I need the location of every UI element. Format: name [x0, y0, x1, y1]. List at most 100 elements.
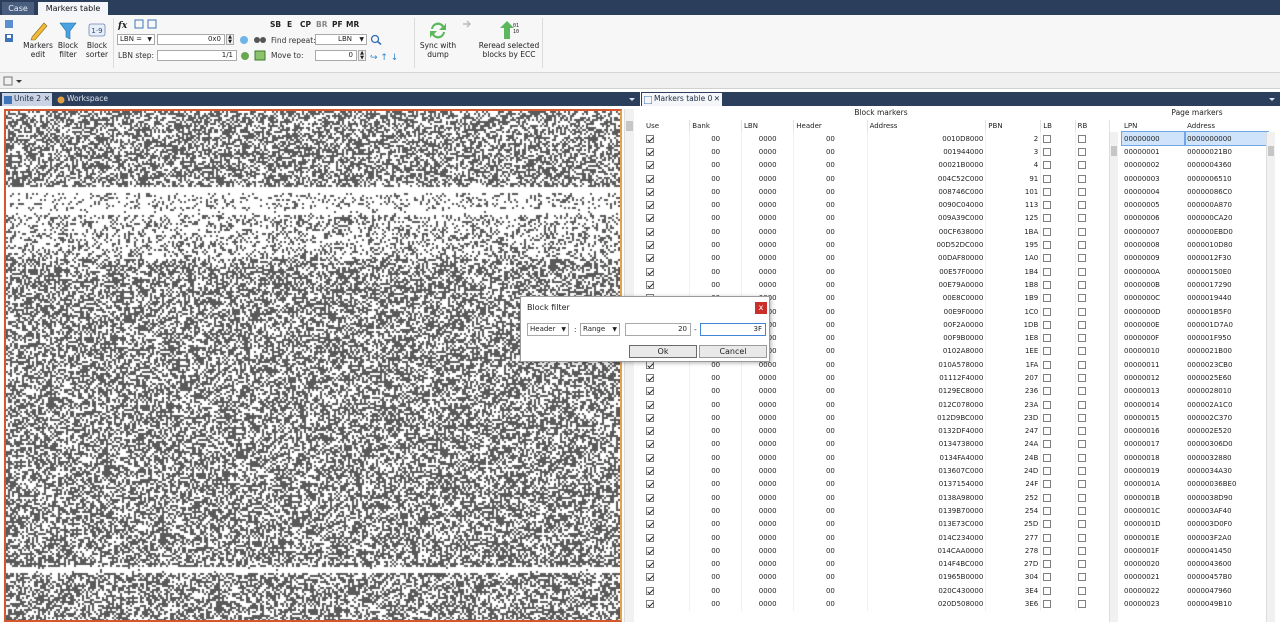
- table-row[interactable]: 00000017 00000306D0: [1122, 438, 1268, 451]
- table-row[interactable]: 00000009 0000012F30: [1122, 252, 1268, 265]
- rb-checkbox[interactable]: [1077, 573, 1086, 582]
- table-row[interactable]: 00 0000 00 020C430000 3E4: [644, 584, 1111, 598]
- table-row[interactable]: 00000000 0000000000: [1120, 130, 1269, 147]
- table-row[interactable]: 00 0000 00 013607C000 24D: [644, 464, 1111, 478]
- rb-checkbox[interactable]: [1077, 533, 1086, 542]
- use-checkbox[interactable]: [646, 280, 654, 289]
- column-header[interactable]: Address: [867, 120, 987, 132]
- use-checkbox[interactable]: [646, 147, 654, 156]
- table-row[interactable]: 00000007 000000EBD0: [1122, 225, 1268, 238]
- use-checkbox[interactable]: [646, 493, 654, 502]
- block-sorter-button[interactable]: 1·9 Block sorter: [84, 19, 110, 59]
- range-to-input[interactable]: 3F: [700, 323, 766, 336]
- table-row[interactable]: 00000006 000000CA20: [1122, 212, 1268, 225]
- table-row[interactable]: 00 0000 00 00DAF80000 1A0: [644, 251, 1111, 265]
- table-row[interactable]: 00 0000 00 008746C000 101: [644, 185, 1111, 199]
- lb-checkbox[interactable]: [1043, 387, 1052, 396]
- rb-checkbox[interactable]: [1077, 320, 1086, 329]
- markers-edit-button[interactable]: Markers edit: [22, 19, 54, 59]
- lb-checkbox[interactable]: [1043, 214, 1052, 223]
- table-row[interactable]: 00 0000 00 01112F4000 207: [644, 371, 1111, 385]
- use-checkbox[interactable]: [646, 373, 654, 382]
- table-row[interactable]: 00 0000 00 0139B70000 254: [644, 504, 1111, 518]
- rb-checkbox[interactable]: [1077, 227, 1086, 236]
- rb-checkbox[interactable]: [1077, 413, 1086, 422]
- use-checkbox[interactable]: [646, 227, 654, 236]
- table-row[interactable]: 00 0000 00 0138A98000 252: [644, 491, 1111, 505]
- sync-with-dump-button[interactable]: Sync with dump: [418, 19, 458, 59]
- lb-checkbox[interactable]: [1043, 334, 1052, 343]
- rb-checkbox[interactable]: [1077, 600, 1086, 609]
- lb-checkbox[interactable]: [1043, 174, 1052, 183]
- br-button[interactable]: BR: [316, 20, 328, 29]
- tab-unite[interactable]: Unite 2 ✕: [2, 93, 52, 106]
- rb-checkbox[interactable]: [1077, 440, 1086, 449]
- table-row[interactable]: 0000000A 00000150E0: [1122, 265, 1268, 278]
- lbn-value-field[interactable]: 0x0: [157, 34, 225, 45]
- table-row[interactable]: 00000021 00000457B0: [1122, 571, 1268, 584]
- lbn-combo[interactable]: LBN = ▼: [117, 34, 155, 45]
- lb-checkbox[interactable]: [1043, 161, 1052, 170]
- use-checkbox[interactable]: [646, 573, 654, 582]
- table-row[interactable]: 00000020 0000043600: [1122, 558, 1268, 571]
- rb-checkbox[interactable]: [1077, 334, 1086, 343]
- filter-mode-combo[interactable]: Range ▼: [580, 323, 620, 336]
- close-icon[interactable]: ✕: [44, 93, 50, 105]
- use-checkbox[interactable]: [646, 134, 654, 143]
- table-row[interactable]: 00000005 000000A870: [1122, 198, 1268, 211]
- table-row[interactable]: 0000001D 000003D0F0: [1122, 518, 1268, 531]
- use-checkbox[interactable]: [646, 174, 654, 183]
- scrollbar-thumb[interactable]: [1111, 146, 1117, 156]
- use-checkbox[interactable]: [646, 533, 654, 542]
- table-row[interactable]: 00000002 0000004360: [1122, 159, 1268, 172]
- block-filter-button[interactable]: Block filter: [56, 19, 80, 59]
- lb-checkbox[interactable]: [1043, 241, 1052, 250]
- use-checkbox[interactable]: [646, 480, 654, 489]
- lb-checkbox[interactable]: [1043, 294, 1052, 303]
- use-checkbox[interactable]: [646, 506, 654, 515]
- scrollbar-thumb[interactable]: [626, 121, 633, 131]
- table-row[interactable]: 00 0000 00 014C234000 277: [644, 530, 1111, 545]
- rb-checkbox[interactable]: [1077, 280, 1086, 289]
- column-header[interactable]: PBN: [985, 120, 1042, 132]
- lb-checkbox[interactable]: [1043, 453, 1052, 462]
- search-icon[interactable]: [370, 34, 382, 45]
- table-row[interactable]: 00 0000 00 012D9BC000 23D: [644, 411, 1111, 425]
- sb-button[interactable]: SB: [270, 20, 281, 29]
- goto-icon[interactable]: [239, 34, 251, 45]
- table-row[interactable]: 00 0000 00 0132DF4000 247: [644, 424, 1111, 438]
- range-from-input[interactable]: 20: [625, 323, 691, 336]
- tab-case[interactable]: Case: [2, 2, 34, 15]
- pf-button[interactable]: PF: [332, 20, 343, 29]
- table-row[interactable]: 00 0000 00 0134FA4000 24B: [644, 451, 1111, 465]
- use-checkbox[interactable]: [646, 427, 654, 436]
- close-icon[interactable]: ✕: [714, 93, 720, 105]
- table-row[interactable]: 00 0000 00 00D52DC000 195: [644, 238, 1111, 252]
- table-row[interactable]: 0000000F 000001F950: [1122, 331, 1268, 344]
- rb-checkbox[interactable]: [1077, 214, 1086, 223]
- table-row[interactable]: 00 0000 00 0010D8000 2: [644, 132, 1111, 146]
- table-row[interactable]: 00000023 0000049B10: [1122, 597, 1268, 610]
- table-row[interactable]: 00000014 000002A1C0: [1122, 398, 1268, 411]
- use-checkbox[interactable]: [646, 241, 654, 250]
- rb-checkbox[interactable]: [1077, 427, 1086, 436]
- dump-bitmap-view[interactable]: [4, 109, 622, 622]
- forward-arrow-icon[interactable]: [462, 19, 472, 29]
- move-arrows-icon[interactable]: ↪ ↑ ↓: [370, 51, 410, 62]
- lb-checkbox[interactable]: [1043, 134, 1052, 143]
- table-row[interactable]: 0000001B 0000038D90: [1122, 491, 1268, 504]
- rb-checkbox[interactable]: [1077, 201, 1086, 210]
- rb-checkbox[interactable]: [1077, 387, 1086, 396]
- table-row[interactable]: 0000000D 000001B5F0: [1122, 305, 1268, 318]
- rb-checkbox[interactable]: [1077, 506, 1086, 515]
- ok-button[interactable]: Ok: [629, 345, 697, 358]
- column-header[interactable]: RB: [1075, 120, 1111, 132]
- rb-checkbox[interactable]: [1077, 254, 1086, 263]
- chevron-down-icon[interactable]: [628, 96, 636, 103]
- column-header[interactable]: Header: [793, 120, 868, 132]
- table-row[interactable]: 00000010 0000021B00: [1122, 345, 1268, 358]
- rb-checkbox[interactable]: [1077, 467, 1086, 476]
- use-checkbox[interactable]: [646, 440, 654, 449]
- lb-checkbox[interactable]: [1043, 573, 1052, 582]
- table-row[interactable]: 00000011 0000023CB0: [1122, 358, 1268, 371]
